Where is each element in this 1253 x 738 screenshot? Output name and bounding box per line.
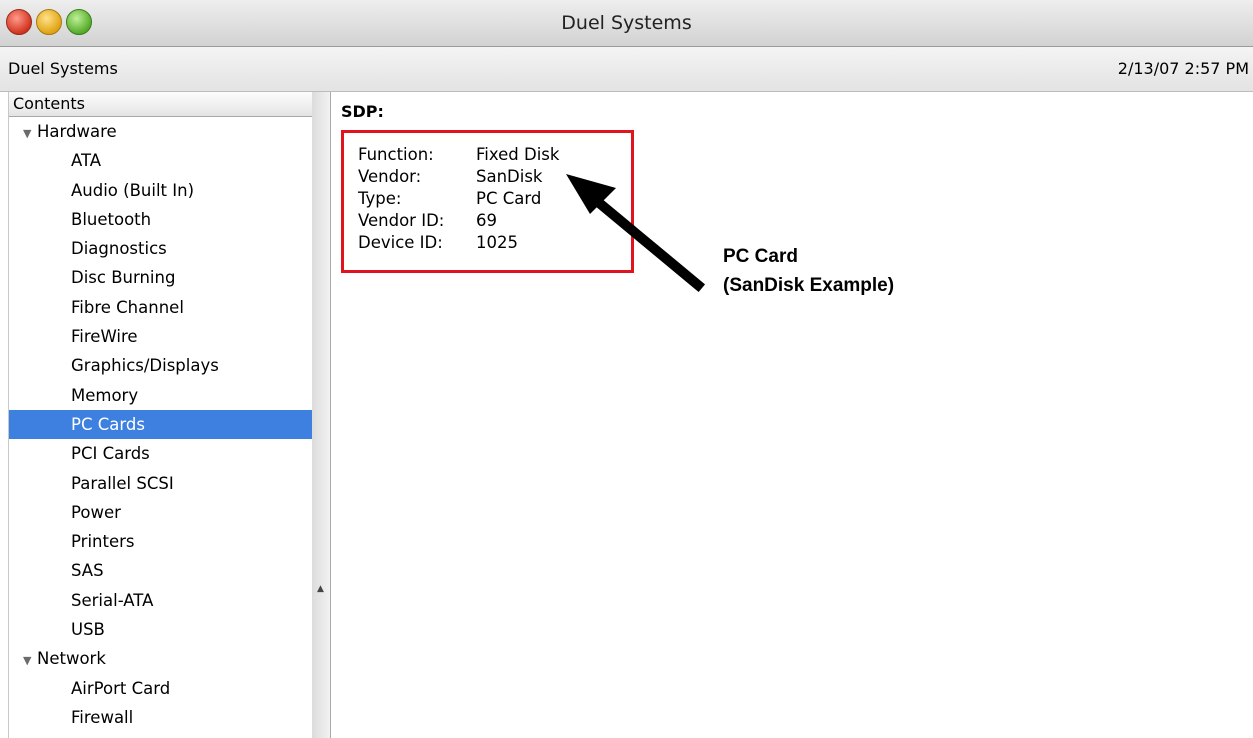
highlight-box: Function: Fixed Disk Vendor: SanDisk Type:… [341, 130, 634, 273]
divider-grip-icon[interactable]: ▲ [317, 584, 324, 594]
property-row: Device ID: 1025 [358, 232, 559, 254]
property-value: PC Card [476, 189, 542, 208]
tree-group-label: Network [37, 649, 106, 669]
annotation-line-2: (SanDisk Example) [723, 275, 895, 296]
computer-name: Duel Systems [8, 59, 118, 78]
tree-group-label: Hardware [37, 122, 117, 141]
disclosure-triangle-icon[interactable]: ▼ [23, 646, 37, 675]
property-value: 1025 [476, 233, 518, 252]
property-row: Function: Fixed Disk [358, 144, 559, 166]
sidebar-item-fibre-channel[interactable]: Fibre Channel [9, 293, 312, 322]
sidebar-item-parallel-scsi[interactable]: Parallel SCSI [9, 469, 312, 498]
property-key: Vendor ID: [358, 211, 445, 230]
tree-group-hardware[interactable]: ▼ Hardware [9, 117, 312, 146]
annotation-callout: PC Card (SanDisk Example) [723, 242, 894, 300]
sidebar-item-airport-card[interactable]: AirPort Card [9, 674, 312, 703]
contents-sidebar: Contents ▼ Hardware ATA Audio (Built In) … [8, 92, 313, 738]
contents-tree: ▼ Hardware ATA Audio (Built In) Bluetooth… [9, 117, 312, 732]
window-title: Duel Systems [561, 12, 692, 34]
report-timestamp: 2/13/07 2:57 PM [1117, 59, 1249, 78]
sidebar-item-serial-ata[interactable]: Serial-ATA [9, 586, 312, 615]
sidebar-item-firewall[interactable]: Firewall [9, 703, 312, 732]
sidebar-header: Contents [9, 92, 312, 117]
detail-pane: SDP: Function: Fixed Disk Vendor: SanDisk … [331, 92, 1253, 738]
property-key: Vendor: [358, 167, 422, 186]
device-title: SDP: [341, 102, 384, 121]
property-value: 69 [476, 211, 497, 230]
title-bar: Duel Systems [0, 0, 1253, 47]
annotation-line-1: PC Card [723, 246, 798, 267]
sidebar-item-firewire[interactable]: FireWire [9, 322, 312, 351]
sidebar-item-pc-cards[interactable]: PC Cards [9, 409, 312, 440]
sidebar-item-audio[interactable]: Audio (Built In) [9, 176, 312, 205]
sidebar-item-ata[interactable]: ATA [9, 146, 312, 175]
info-bar: Duel Systems 2/13/07 2:57 PM [0, 47, 1253, 92]
tree-group-network[interactable]: ▼ Network [9, 644, 312, 673]
sidebar-item-graphics-displays[interactable]: Graphics/Displays [9, 351, 312, 380]
sidebar-item-power[interactable]: Power [9, 498, 312, 527]
property-value: SanDisk [476, 167, 543, 186]
sidebar-item-usb[interactable]: USB [9, 615, 312, 644]
sidebar-item-bluetooth[interactable]: Bluetooth [9, 205, 312, 234]
sidebar-item-pci-cards[interactable]: PCI Cards [9, 439, 312, 468]
property-key: Function: [358, 145, 434, 164]
sidebar-item-memory[interactable]: Memory [9, 381, 312, 410]
sidebar-item-printers[interactable]: Printers [9, 527, 312, 556]
property-key: Type: [358, 189, 402, 208]
property-row: Vendor ID: 69 [358, 210, 559, 232]
disclosure-triangle-icon[interactable]: ▼ [23, 119, 37, 148]
property-value: Fixed Disk [476, 145, 560, 164]
split-view-divider[interactable]: ▲ [312, 92, 331, 738]
sidebar-item-diagnostics[interactable]: Diagnostics [9, 234, 312, 263]
property-row: Vendor: SanDisk [358, 166, 559, 188]
sidebar-item-sas[interactable]: SAS [9, 556, 312, 585]
sidebar-item-disc-burning[interactable]: Disc Burning [9, 263, 312, 292]
property-row: Type: PC Card [358, 188, 559, 210]
property-key: Device ID: [358, 233, 443, 252]
device-properties-table: Function: Fixed Disk Vendor: SanDisk Type:… [358, 144, 559, 254]
